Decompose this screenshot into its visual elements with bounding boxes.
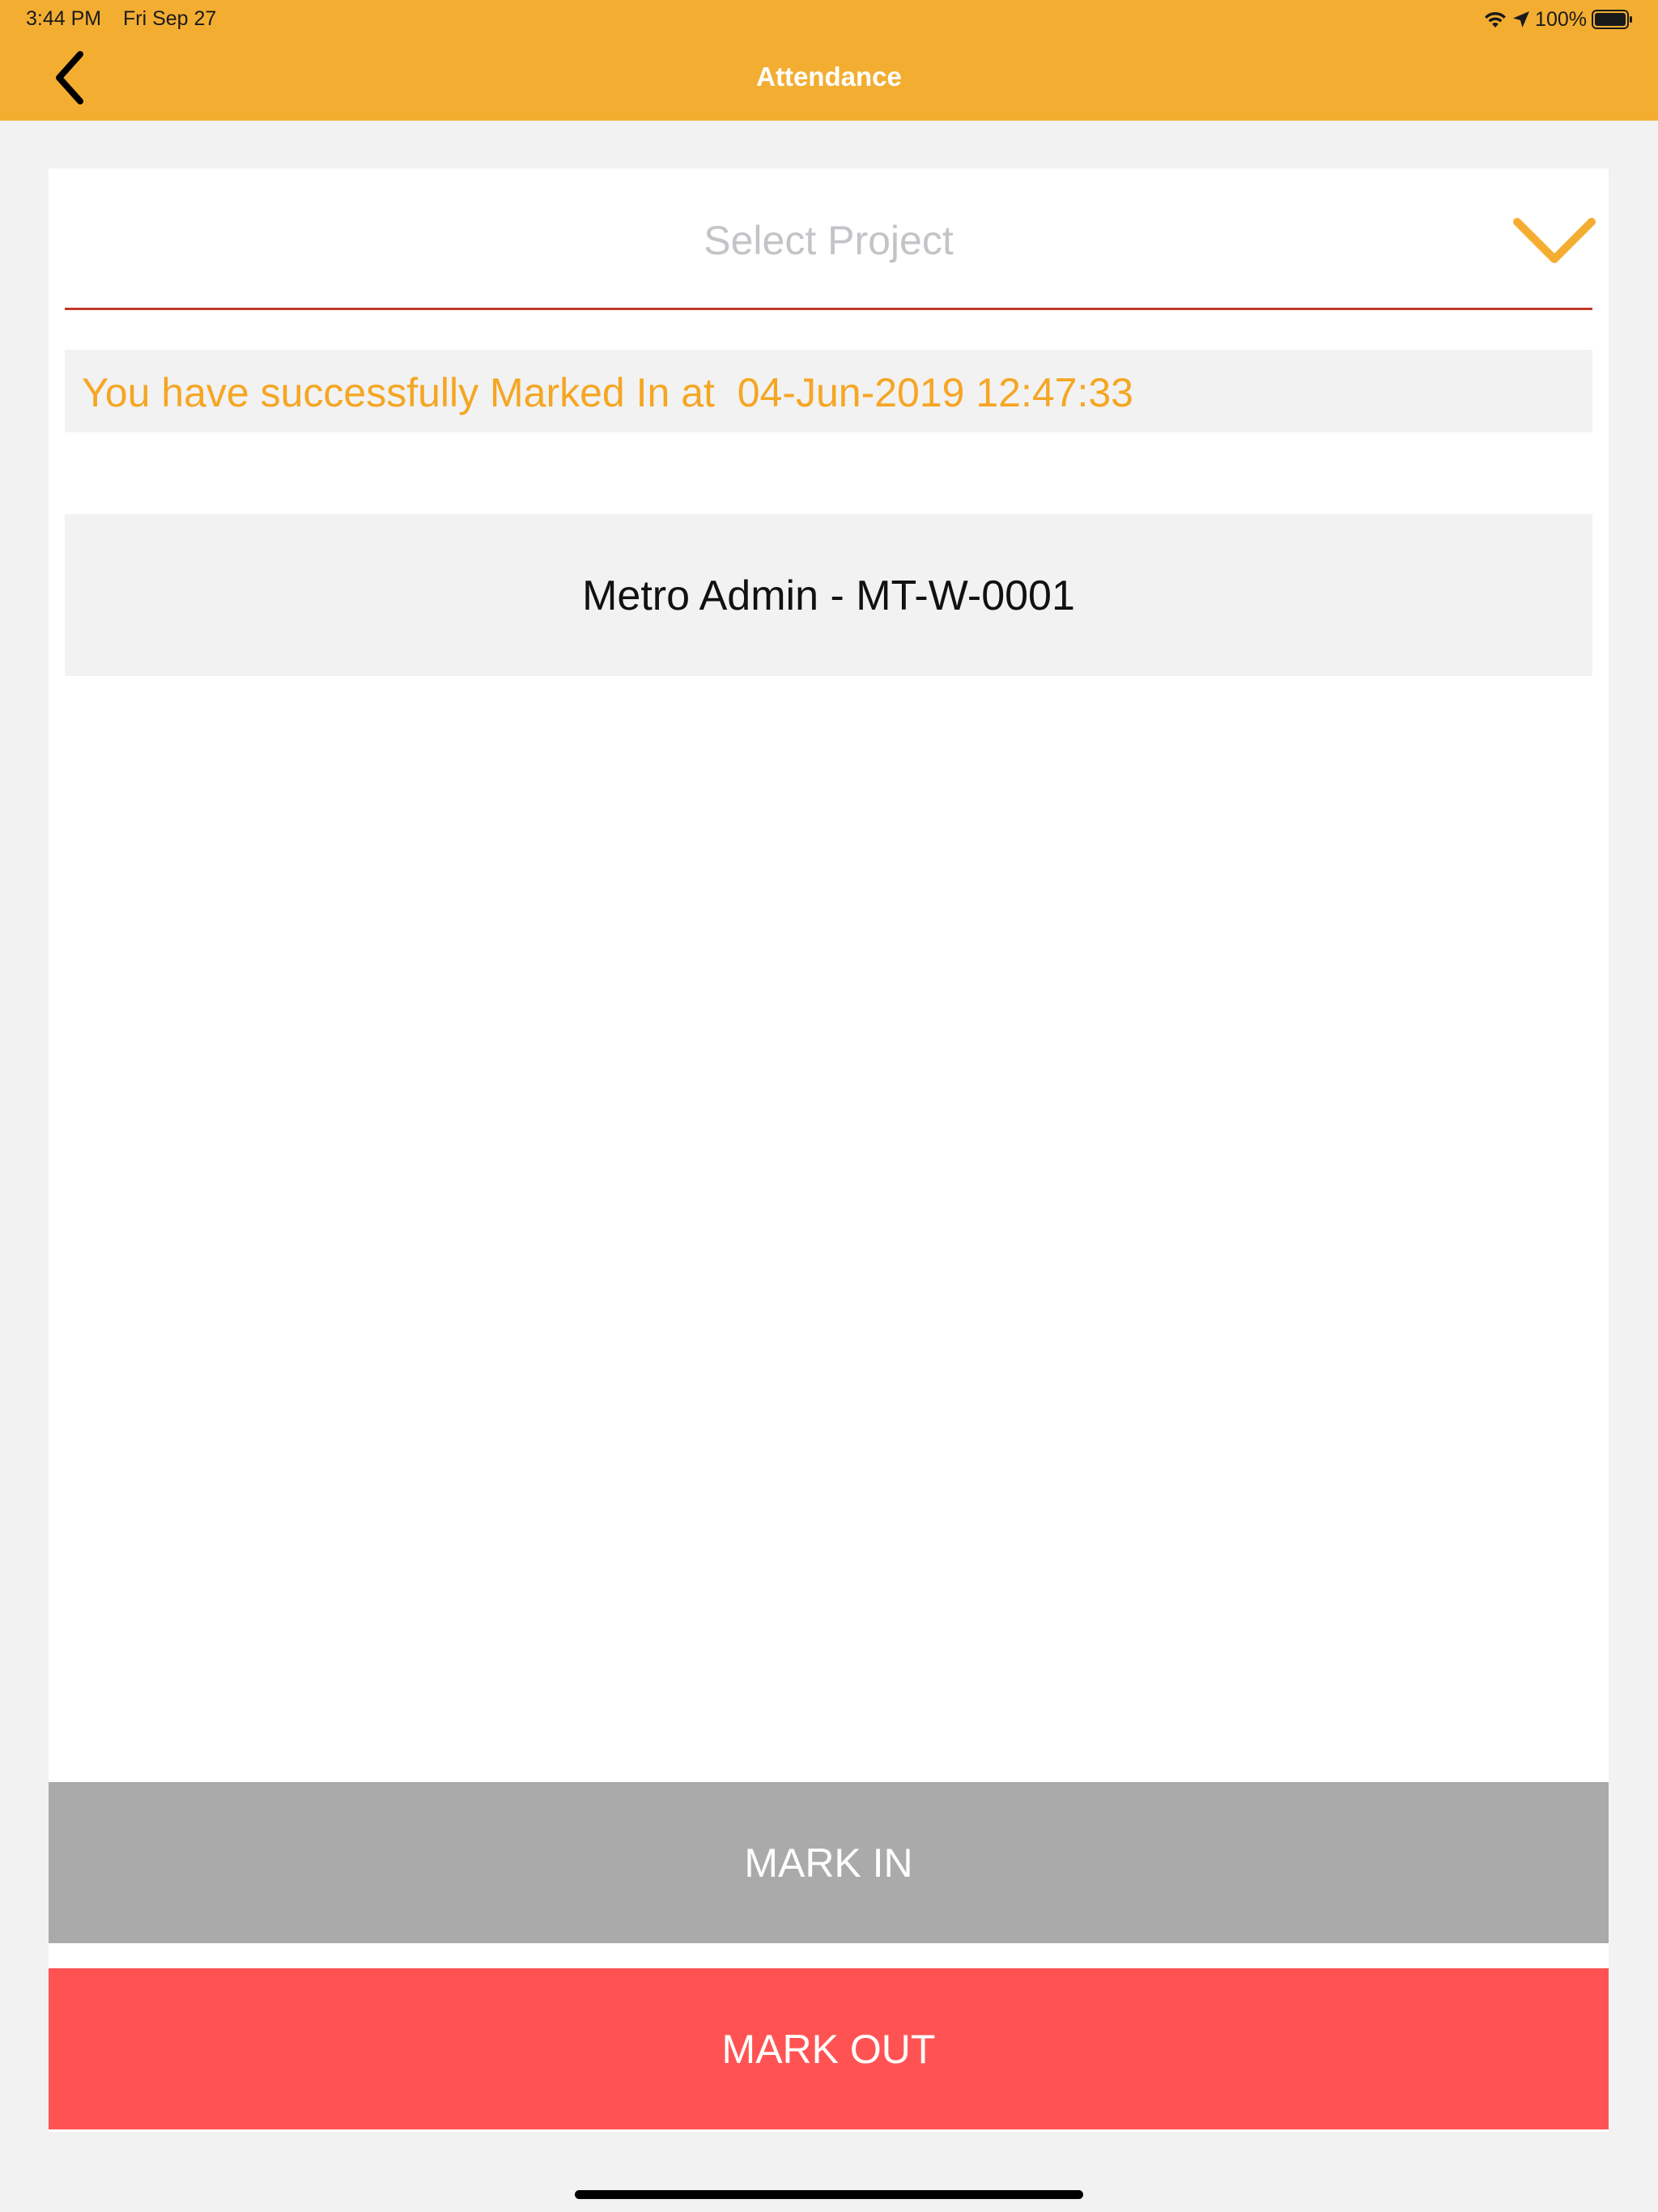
location-arrow-icon — [1512, 11, 1530, 28]
attendance-card: Select Project You have successfully Mar… — [49, 168, 1609, 2132]
mark-in-button[interactable]: MARK IN — [49, 1782, 1609, 1943]
success-banner: You have successfully Marked In at 04-Ju… — [65, 350, 1592, 432]
status-time: 3:44 PM — [26, 7, 102, 30]
project-select-placeholder: Select Project — [704, 218, 954, 263]
status-indicators: 100% — [1483, 6, 1634, 33]
mark-out-button[interactable]: MARK OUT — [49, 1968, 1609, 2129]
wifi-icon — [1483, 10, 1507, 29]
status-date: Fri Sep 27 — [123, 7, 217, 30]
success-message: You have successfully Marked In at 04-Ju… — [82, 370, 1133, 415]
project-select-dropdown[interactable]: Select Project — [65, 168, 1596, 310]
project-name: Metro Admin - MT-W-0001 — [582, 572, 1075, 619]
chevron-down-icon[interactable] — [1512, 215, 1596, 270]
page-title: Attendance — [756, 62, 902, 91]
project-list-item[interactable]: Metro Admin - MT-W-0001 — [65, 514, 1592, 676]
home-indicator[interactable] — [575, 2190, 1083, 2199]
battery-percentage: 100% — [1535, 7, 1587, 31]
header-bar: 3:44 PM Fri Sep 27 100% Attendance — [0, 0, 1658, 121]
battery-icon — [1592, 10, 1634, 29]
